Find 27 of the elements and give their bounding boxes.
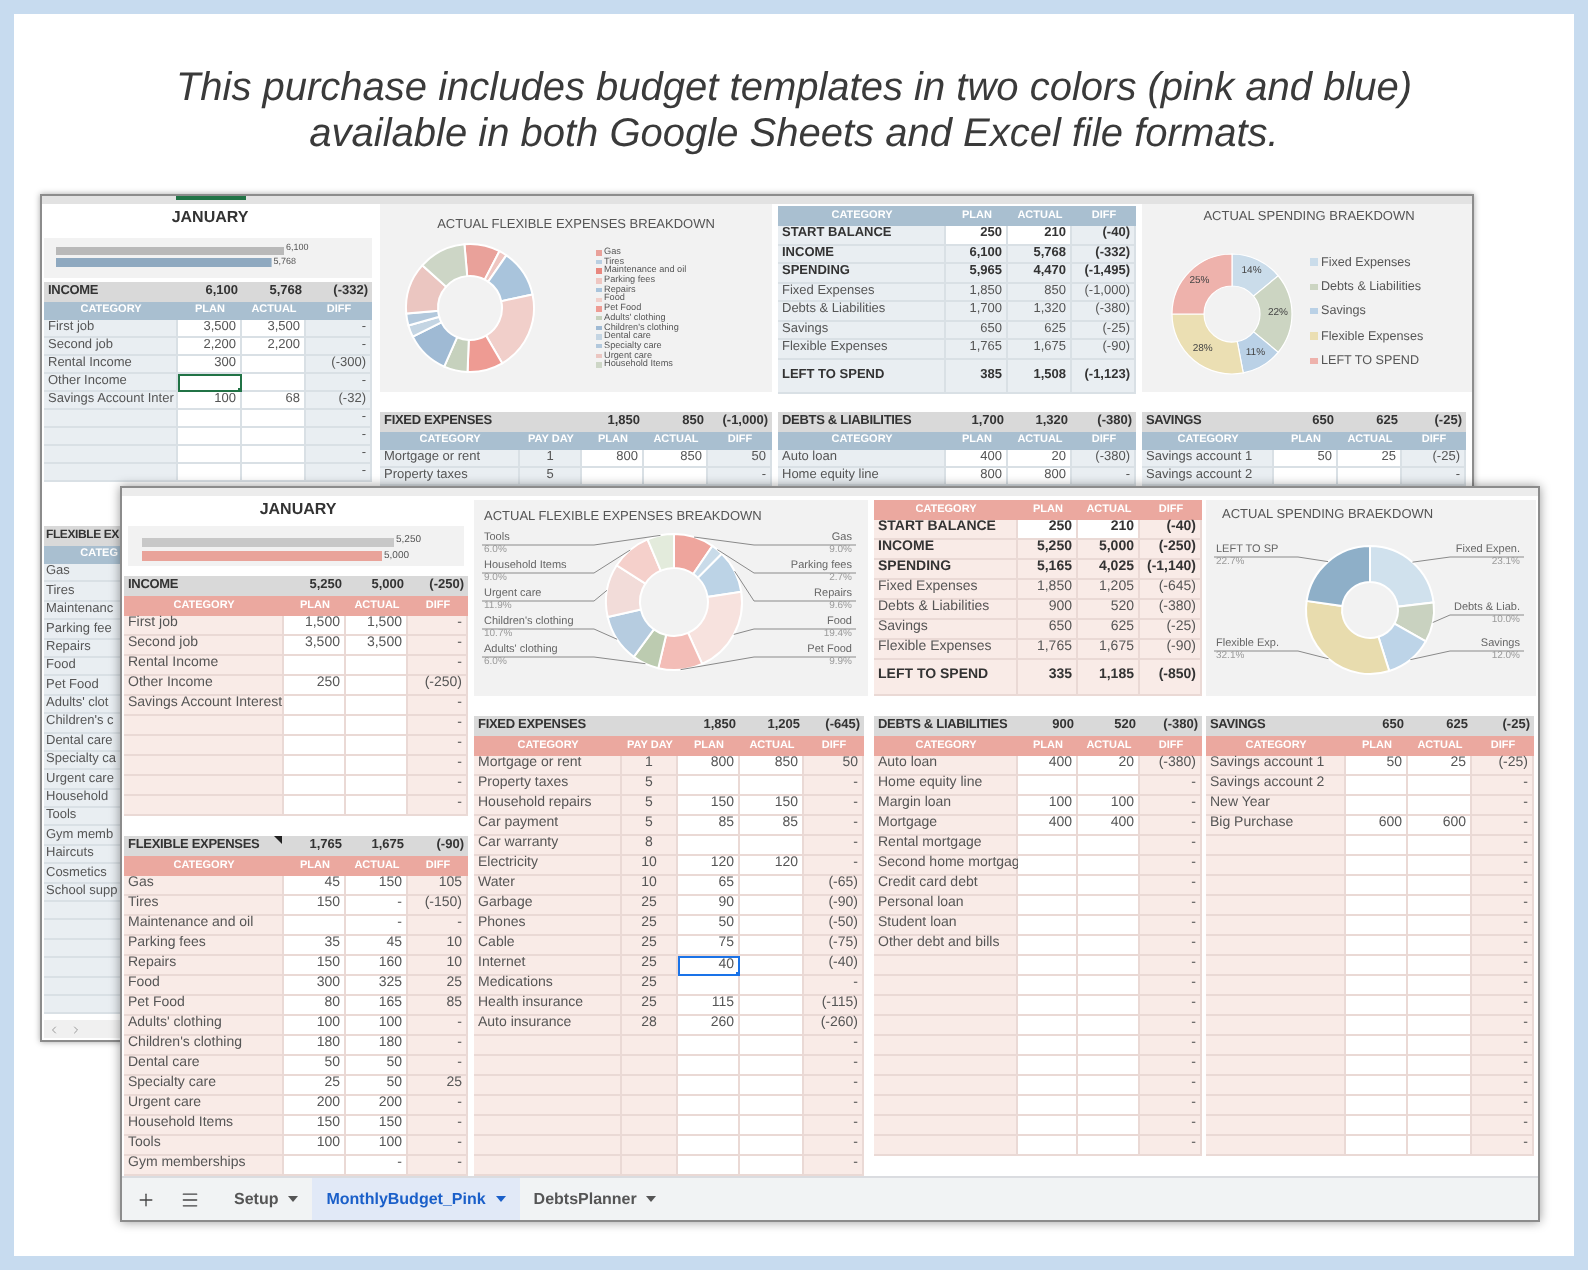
leader-line — [481, 628, 618, 640]
sheet-tab[interactable]: DebtsPlanner — [519, 1178, 671, 1220]
heading-text: This purchase includes budget templates in two colors (pink and blue) available in both Google Sheets and Excel file formats. — [173, 66, 1415, 158]
menu-icon[interactable] — [180, 1189, 200, 1209]
scroll-left-icon[interactable] — [48, 1023, 60, 1036]
leader-line — [733, 628, 857, 635]
leader-line — [1409, 650, 1525, 661]
caret-icon — [646, 1196, 657, 1202]
sheet-tab[interactable]: MonthlyBudget_Pink — [312, 1178, 520, 1220]
leader-line — [1412, 556, 1525, 563]
caret-icon — [495, 1196, 506, 1202]
note-marker-icon — [274, 836, 282, 844]
donut-slice — [421, 243, 469, 288]
scrollbar[interactable] — [44, 1020, 120, 1039]
selected-column-marker — [176, 196, 246, 200]
month-title: JANUARY — [171, 206, 249, 230]
leader-line — [734, 570, 857, 602]
scroll-right-icon[interactable] — [70, 1023, 82, 1036]
leader-line — [1213, 556, 1329, 563]
leader-line — [1213, 650, 1330, 660]
add-sheet-icon[interactable] — [136, 1189, 156, 1209]
leader-line — [1432, 614, 1525, 623]
caret-icon — [288, 1196, 299, 1202]
leader-line — [481, 589, 608, 602]
month-title: JANUARY — [259, 498, 337, 522]
leader-line — [716, 549, 857, 574]
sheet-tab[interactable]: Setup — [220, 1178, 313, 1220]
